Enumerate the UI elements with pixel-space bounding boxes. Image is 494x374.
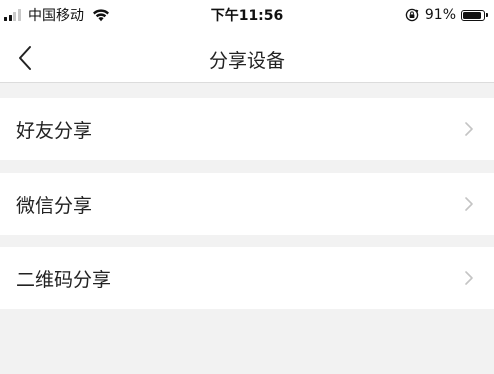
list-item-friend-share[interactable]: 好友分享 — [0, 98, 494, 160]
battery-percent: 91% — [424, 7, 456, 23]
battery-tip — [486, 13, 488, 17]
chevron-right-icon — [465, 122, 473, 136]
rotation-lock-icon — [405, 8, 419, 22]
battery-fill — [463, 11, 482, 19]
chevron-right-icon — [465, 197, 473, 211]
navigation-bar: 分享设备 — [0, 34, 494, 83]
status-bar: 中国移动 下午11:56 91% — [0, 0, 494, 34]
battery-icon — [461, 9, 485, 21]
list-item-label: 好友分享 — [16, 120, 93, 142]
page-title: 分享设备 — [208, 50, 285, 72]
status-right: 91% — [405, 5, 488, 25]
chevron-right-icon — [465, 271, 473, 285]
list-item-label: 二维码分享 — [16, 269, 112, 291]
list-item-wechat-share[interactable]: 微信分享 — [0, 173, 494, 235]
list-item-qrcode-share[interactable]: 二维码分享 — [0, 247, 494, 309]
list-item-label: 微信分享 — [16, 195, 93, 217]
